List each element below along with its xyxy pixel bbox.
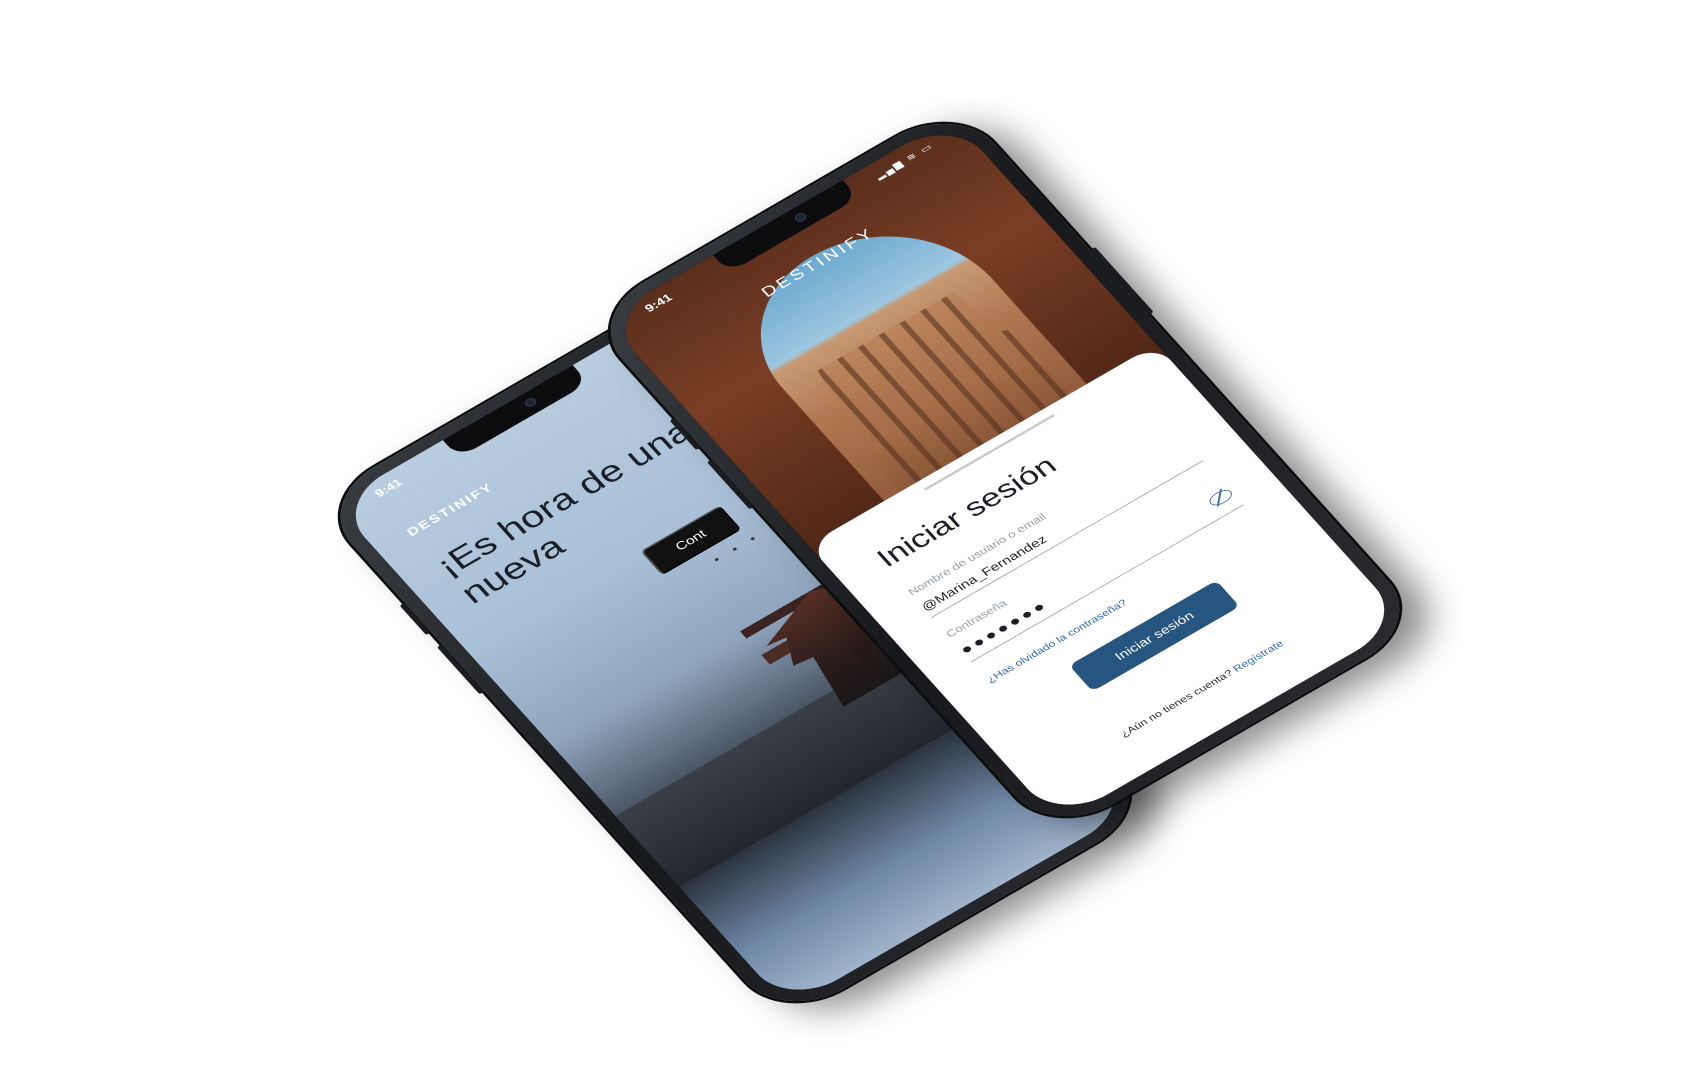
camera-icon [792,211,809,224]
mockup-stage: 9:41 DESTINIFY ¡Es hora de una nueva Con… [0,0,1690,1080]
camera-icon [522,396,539,409]
signup-row: ¿Aún no tienes cuenta? Regístrate [1062,606,1341,771]
side-button [399,602,431,636]
signup-link[interactable]: Regístrate [1231,638,1286,674]
signup-prompt: ¿Aún no tienes cuenta? [1118,667,1236,740]
